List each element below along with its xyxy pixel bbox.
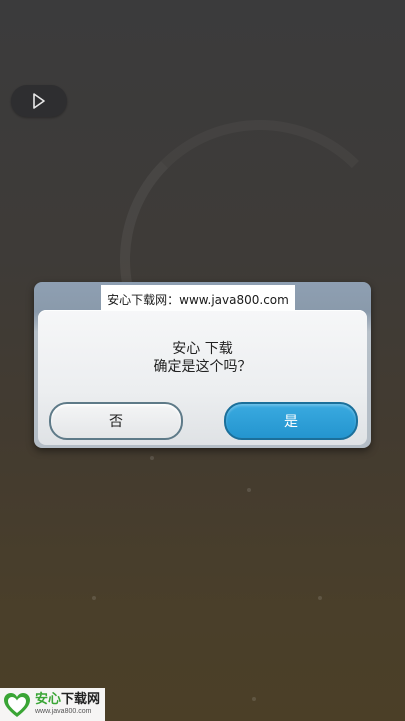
watermark-banner: 安心下载网：www.java800.com [101,285,295,313]
logo-url: www.java800.com [35,707,92,715]
background-speck [247,488,251,492]
background-speck [252,697,256,701]
dialog-message-line1: 安心 下载 [172,341,233,357]
play-icon [33,93,45,109]
no-button-label: 否 [109,414,123,430]
background-speck [92,596,96,600]
background-speck [318,596,322,600]
dialog-message-line2: 确定是这个吗？ [153,359,252,375]
yes-button[interactable]: 是 [224,402,358,440]
background-speck [150,456,154,460]
play-button[interactable] [11,85,67,117]
confirm-dialog: 安心 下载 确定是这个吗？ 否 是 [38,310,367,445]
logo-title-green: 安心 [35,691,62,707]
dialog-message: 安心 下载 确定是这个吗？ [38,340,367,376]
watermark-text: 安心下载网：www.java800.com [107,292,289,307]
yes-button-label: 是 [284,414,298,430]
logo-title-dark: 下载网 [61,691,101,707]
no-button[interactable]: 否 [49,402,183,440]
site-logo: 安心下载网 www.java800.com [0,688,105,721]
heart-logo-icon [4,692,30,717]
